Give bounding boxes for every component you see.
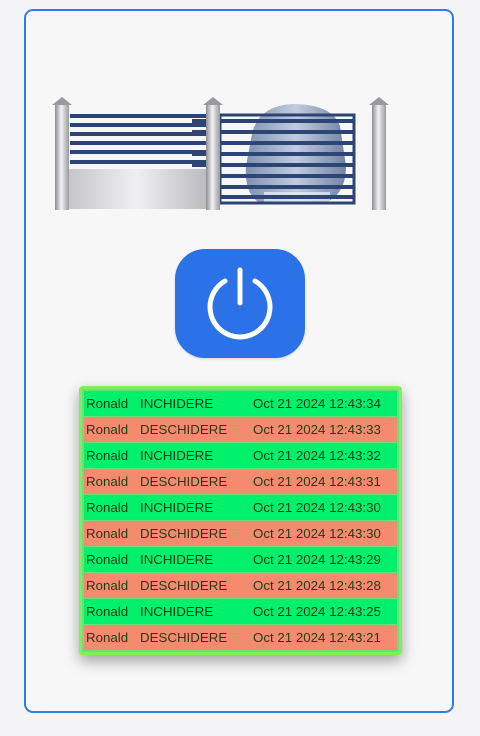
log-user: Ronald xyxy=(86,500,129,515)
log-row: Ronald INCHIDERE Oct 21 2024 12:43:32 xyxy=(84,443,397,468)
power-icon xyxy=(207,267,273,339)
log-row: Ronald DESCHIDERE Oct 21 2024 12:43:33 xyxy=(84,417,397,442)
log-row: Ronald INCHIDERE Oct 21 2024 12:43:25 xyxy=(84,599,397,624)
log-action: INCHIDERE xyxy=(140,396,214,411)
log-time: Oct 21 2024 12:43:31 xyxy=(253,474,381,489)
log-row: Ronald DESCHIDERE Oct 21 2024 12:43:28 xyxy=(84,573,397,598)
log-row: Ronald INCHIDERE Oct 21 2024 12:43:29 xyxy=(84,547,397,572)
log-row: Ronald INCHIDERE Oct 21 2024 12:43:34 xyxy=(84,391,397,416)
log-time: Oct 21 2024 12:43:33 xyxy=(253,422,381,437)
log-action: DESCHIDERE xyxy=(140,422,228,437)
log-action: DESCHIDERE xyxy=(140,578,228,593)
log-user: Ronald xyxy=(86,448,129,463)
log-user: Ronald xyxy=(86,474,129,489)
log-action: INCHIDERE xyxy=(140,448,214,463)
log-user: Ronald xyxy=(86,396,129,411)
log-action: DESCHIDERE xyxy=(140,526,228,541)
log-time: Oct 21 2024 12:43:30 xyxy=(253,526,381,541)
log-user: Ronald xyxy=(86,604,129,619)
activity-log: Ronald INCHIDERE Oct 21 2024 12:43:34 Ronal… xyxy=(79,386,402,655)
log-time: Oct 21 2024 12:43:34 xyxy=(253,396,381,411)
log-action: INCHIDERE xyxy=(140,500,214,515)
log-action: DESCHIDERE xyxy=(140,630,228,645)
log-time: Oct 21 2024 12:43:25 xyxy=(253,604,381,619)
log-action: INCHIDERE xyxy=(140,604,214,619)
log-time: Oct 21 2024 12:43:21 xyxy=(253,630,381,645)
log-time: Oct 21 2024 12:43:30 xyxy=(253,500,381,515)
log-user: Ronald xyxy=(86,630,129,645)
log-user: Ronald xyxy=(86,526,129,541)
log-row: Ronald DESCHIDERE Oct 21 2024 12:43:21 xyxy=(84,625,397,650)
log-row: Ronald DESCHIDERE Oct 21 2024 12:43:30 xyxy=(84,521,397,546)
log-action: DESCHIDERE xyxy=(140,474,228,489)
log-time: Oct 21 2024 12:43:28 xyxy=(253,578,381,593)
log-row: Ronald DESCHIDERE Oct 21 2024 12:43:31 xyxy=(84,469,397,494)
sliding-gate-icon xyxy=(52,97,389,210)
log-user: Ronald xyxy=(86,578,129,593)
log-user: Ronald xyxy=(86,552,129,567)
log-user: Ronald xyxy=(86,422,129,437)
log-action: INCHIDERE xyxy=(140,552,214,567)
power-button[interactable] xyxy=(175,249,305,358)
log-time: Oct 21 2024 12:43:32 xyxy=(253,448,381,463)
log-time: Oct 21 2024 12:43:29 xyxy=(253,552,381,567)
log-row: Ronald INCHIDERE Oct 21 2024 12:43:30 xyxy=(84,495,397,520)
